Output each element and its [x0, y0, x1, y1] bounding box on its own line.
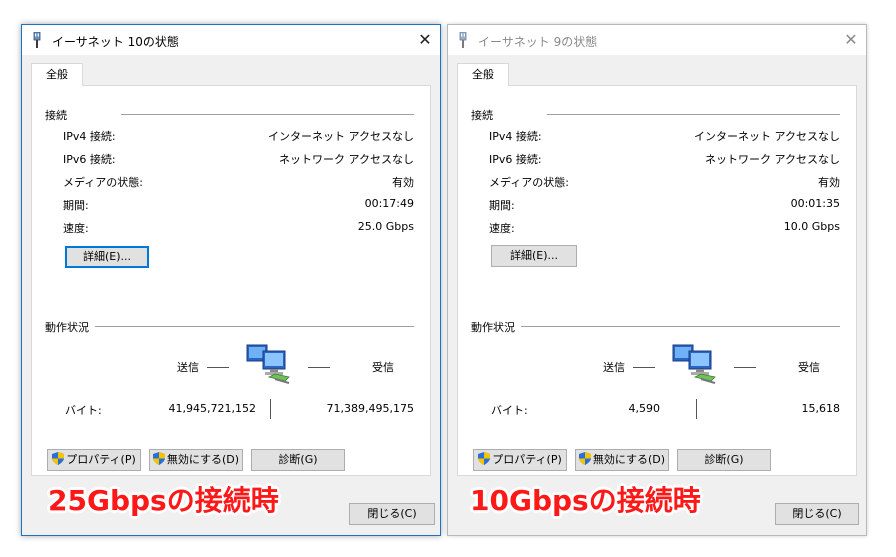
ipv6-label: IPv6 接続:	[63, 153, 116, 166]
ipv6-value: ネットワーク アクセスなし	[279, 153, 414, 166]
close-button[interactable]: 閉じる(C)	[775, 503, 859, 525]
close-icon[interactable]: ✕	[836, 25, 866, 55]
group-divider	[121, 114, 414, 115]
network-adapter-icon	[33, 32, 41, 48]
connection-group-label: 接続	[45, 109, 67, 122]
group-divider	[547, 114, 840, 115]
bytes-sent-value: 4,590	[628, 402, 661, 415]
window-title: イーサネット 9の状態	[478, 35, 598, 49]
disable-button[interactable]: 無効にする(D)	[149, 449, 243, 471]
network-adapter-icon	[459, 32, 467, 48]
group-divider	[521, 326, 840, 327]
received-label: 受信	[798, 361, 820, 374]
speed-label: 速度:	[489, 222, 515, 235]
ipv4-value: インターネット アクセスなし	[268, 130, 414, 143]
speed-label: 速度:	[63, 222, 89, 235]
ipv4-label: IPv4 接続:	[489, 130, 542, 143]
disable-button-label: 無効にする(D)	[166, 453, 240, 466]
diagnose-button[interactable]: 診断(G)	[677, 449, 771, 471]
sent-dash	[633, 367, 655, 368]
media-state-value: 有効	[392, 176, 414, 189]
uac-shield-icon	[478, 452, 491, 465]
details-button[interactable]: 詳細(E)...	[65, 246, 149, 268]
received-dash	[308, 367, 330, 368]
details-button[interactable]: 詳細(E)...	[491, 245, 577, 267]
received-dash	[734, 367, 756, 368]
properties-button-label: プロパティ(P)	[492, 453, 562, 466]
ipv6-label: IPv6 接続:	[489, 153, 542, 166]
received-label: 受信	[372, 361, 394, 374]
bytes-received-value: 15,618	[801, 402, 841, 415]
title-bar[interactable]: イーサネット 10の状態 ✕	[22, 25, 440, 55]
bytes-label: バイト:	[491, 404, 528, 417]
bytes-label: バイト:	[65, 404, 102, 417]
uac-shield-icon	[152, 452, 165, 465]
properties-button-label: プロパティ(P)	[66, 453, 136, 466]
tab-general[interactable]: 全般	[457, 63, 509, 86]
activity-group-label: 動作状況	[471, 321, 515, 334]
general-panel: 接続 IPv4 接続: インターネット アクセスなし IPv6 接続: ネットワ…	[31, 85, 431, 476]
disable-button[interactable]: 無効にする(D)	[575, 449, 669, 471]
uac-shield-icon	[52, 452, 65, 465]
duration-label: 期間:	[63, 199, 89, 212]
ipv4-value: インターネット アクセスなし	[694, 130, 840, 143]
speed-value: 10.0 Gbps	[783, 220, 840, 233]
network-computers-icon	[672, 344, 716, 384]
speed-value: 25.0 Gbps	[357, 220, 414, 233]
close-icon[interactable]: ✕	[410, 25, 440, 55]
status-window-ethernet-10: イーサネット 10の状態 ✕ 全般 接続 IPv4 接続: インターネット アク…	[21, 24, 441, 536]
activity-group-label: 動作状況	[45, 321, 89, 334]
status-window-ethernet-9: イーサネット 9の状態 ✕ 全般 接続 IPv4 接続: インターネット アクセ…	[447, 24, 867, 536]
group-divider	[95, 326, 414, 327]
caption-10gbps: 10Gbpsの接続時	[470, 484, 701, 517]
bytes-received-value: 71,389,495,175	[326, 402, 414, 415]
disable-button-label: 無効にする(D)	[592, 453, 666, 466]
bytes-separator	[270, 399, 271, 419]
duration-value: 00:01:35	[790, 197, 840, 210]
media-state-label: メディアの状態:	[63, 176, 143, 189]
media-state-label: メディアの状態:	[489, 176, 569, 189]
ipv6-value: ネットワーク アクセスなし	[705, 153, 840, 166]
media-state-value: 有効	[818, 176, 840, 189]
uac-shield-icon	[578, 452, 591, 465]
window-title: イーサネット 10の状態	[52, 35, 179, 49]
general-panel: 接続 IPv4 接続: インターネット アクセスなし IPv6 接続: ネットワ…	[457, 85, 857, 476]
duration-label: 期間:	[489, 199, 515, 212]
bytes-sent-value: 41,945,721,152	[168, 402, 256, 415]
caption-25gbps: 25Gbpsの接続時	[48, 484, 279, 517]
tab-general[interactable]: 全般	[31, 63, 83, 86]
connection-group-label: 接続	[471, 109, 493, 122]
diagnose-button[interactable]: 診断(G)	[251, 449, 345, 471]
properties-button[interactable]: プロパティ(P)	[47, 449, 141, 471]
sent-label: 送信	[603, 361, 625, 374]
bytes-separator	[696, 399, 697, 419]
sent-dash	[207, 367, 229, 368]
network-computers-icon	[246, 344, 290, 384]
properties-button[interactable]: プロパティ(P)	[473, 449, 567, 471]
title-bar[interactable]: イーサネット 9の状態 ✕	[448, 25, 866, 55]
duration-value: 00:17:49	[364, 197, 414, 210]
close-button[interactable]: 閉じる(C)	[349, 503, 435, 525]
sent-label: 送信	[177, 361, 199, 374]
ipv4-label: IPv4 接続:	[63, 130, 116, 143]
